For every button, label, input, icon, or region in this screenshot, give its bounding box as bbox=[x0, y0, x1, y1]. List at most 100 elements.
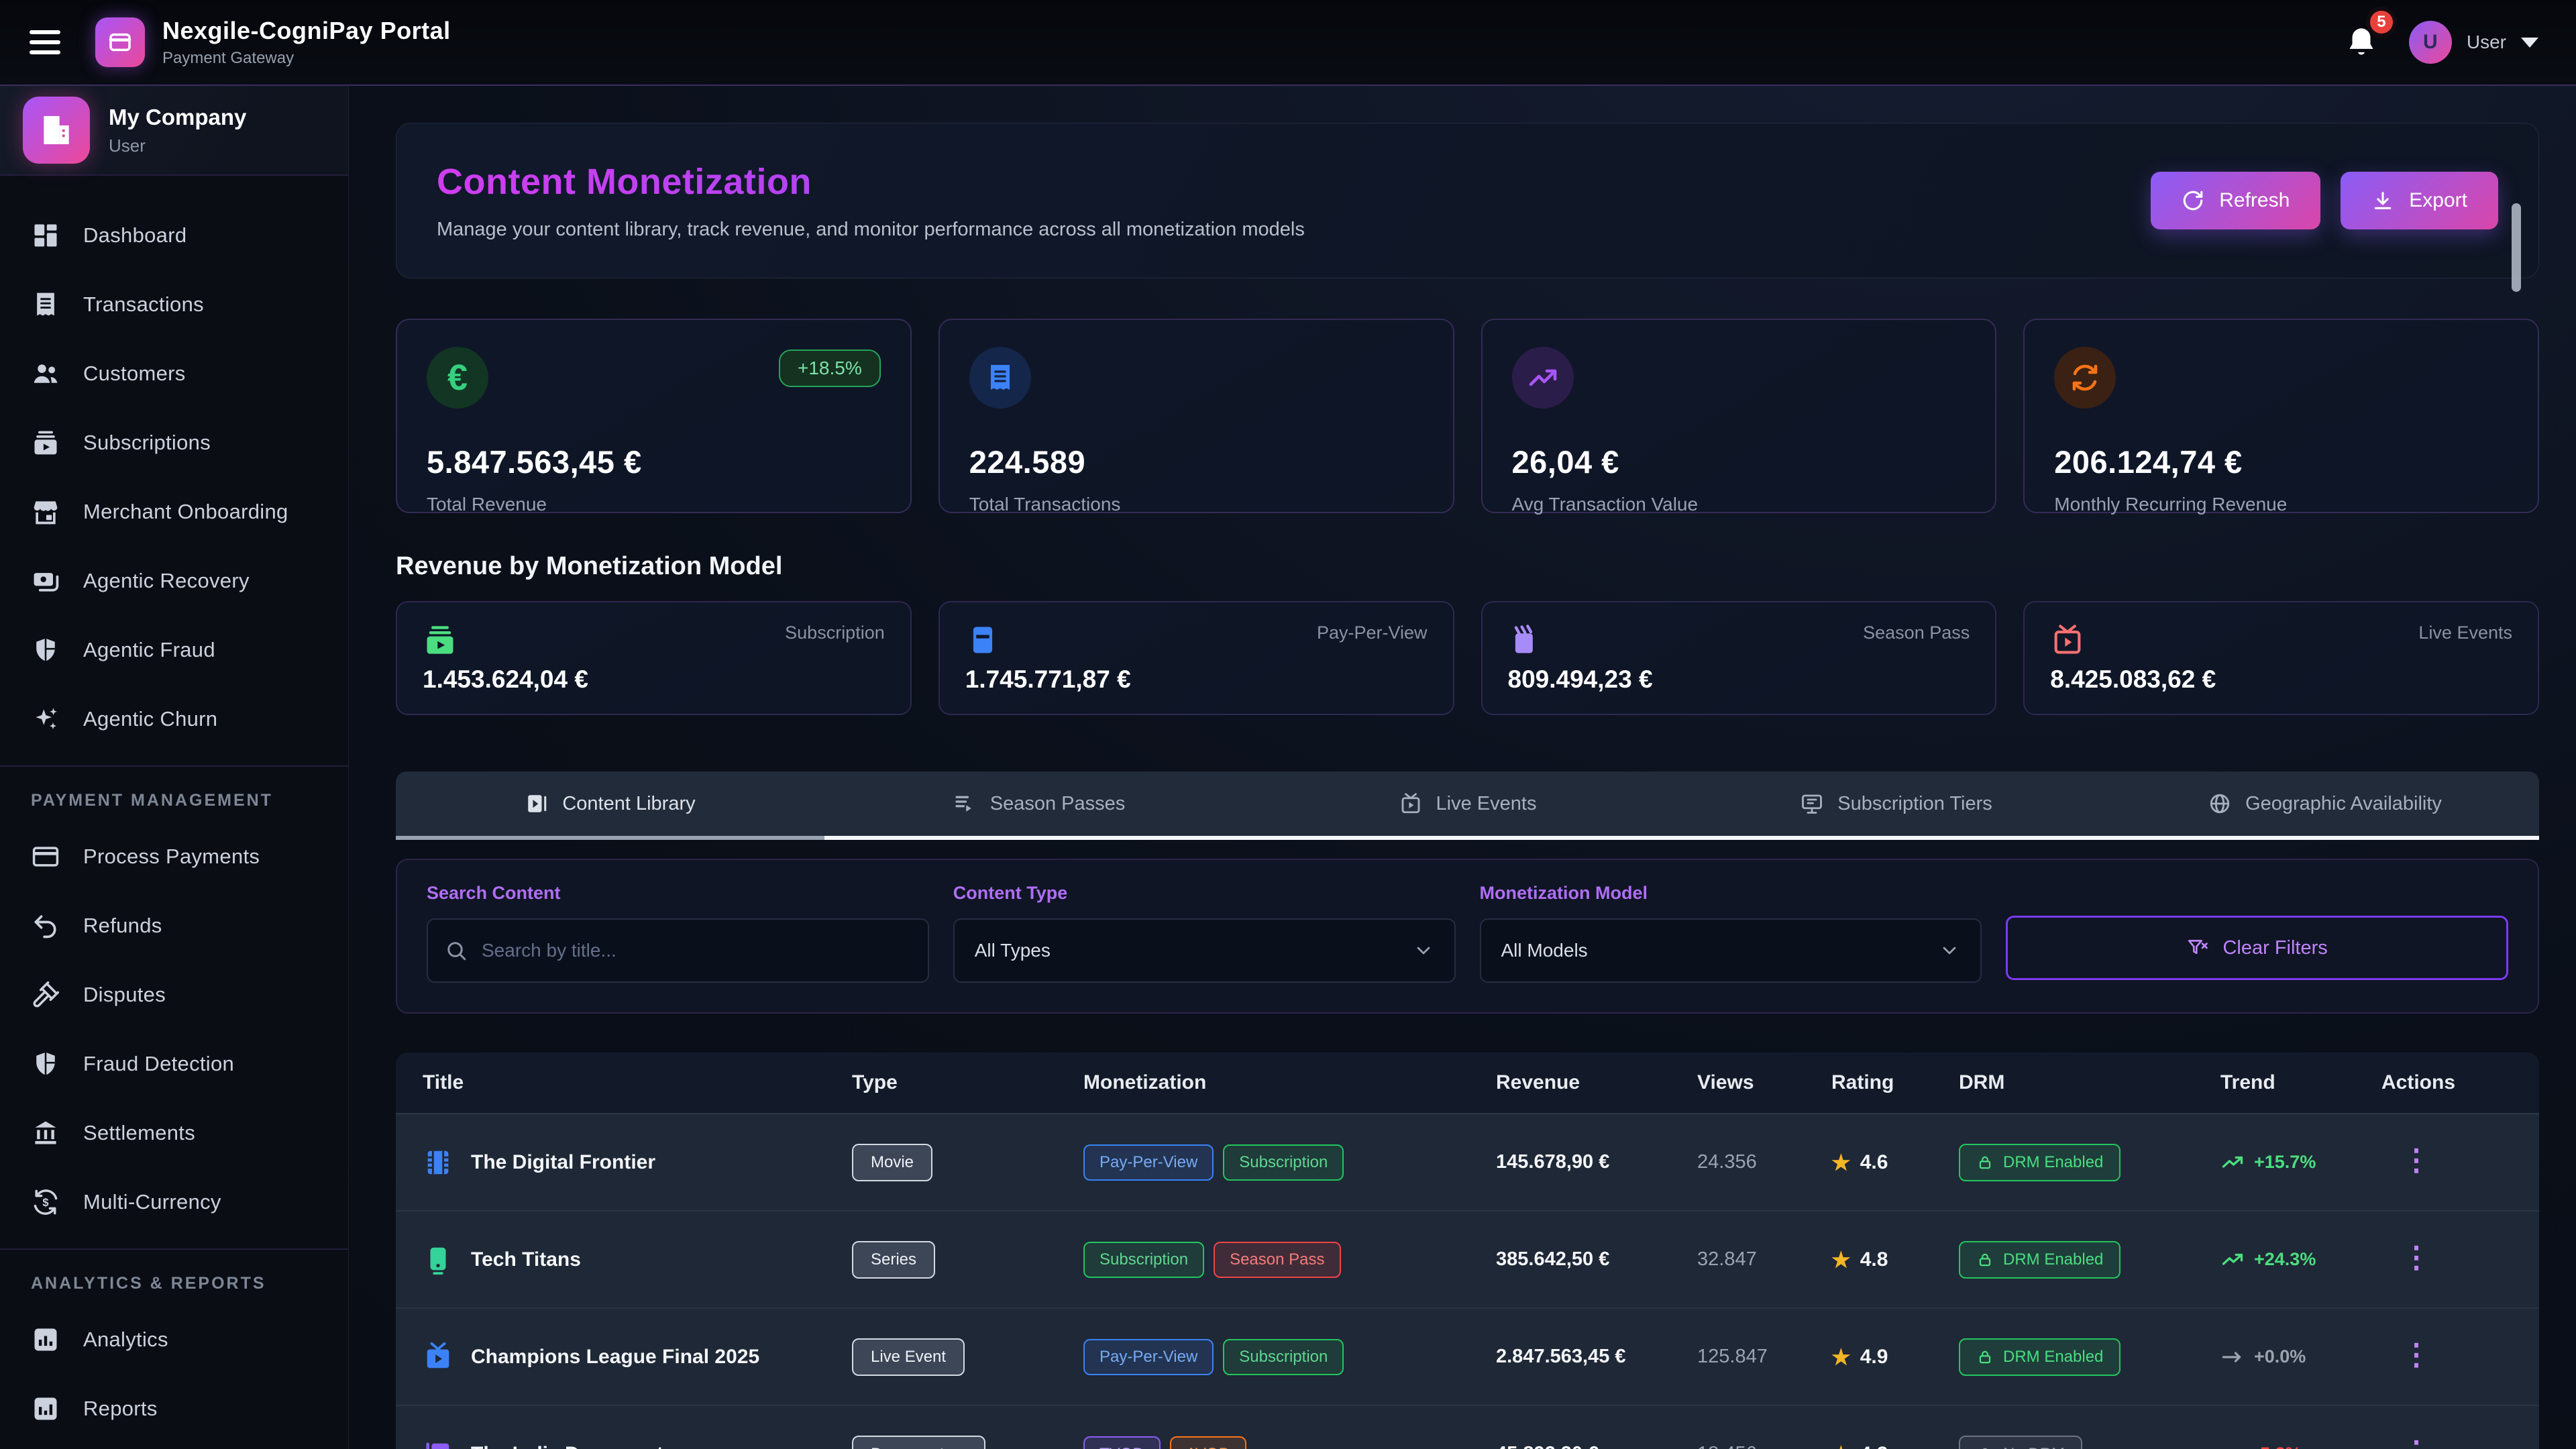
notification-badge: 5 bbox=[2366, 7, 2397, 38]
stat-value: 224.589 bbox=[969, 443, 1424, 480]
user-menu[interactable]: U User bbox=[2409, 21, 2538, 64]
receipt-icon bbox=[969, 347, 1031, 409]
tab-subscription-tiers[interactable]: Subscription Tiers bbox=[1682, 771, 2110, 836]
sidebar-item-agentic-churn[interactable]: Agentic Churn bbox=[0, 690, 348, 748]
monetization-badge: Pay-Per-View bbox=[1083, 1339, 1214, 1375]
content-type-label: Content Type bbox=[953, 883, 1456, 904]
drm-label: DRM Enabled bbox=[2003, 1348, 2103, 1366]
user-label: User bbox=[2467, 32, 2506, 53]
drm-label: DRM Enabled bbox=[2003, 1153, 2103, 1172]
trend-cell: +15.7% bbox=[2220, 1150, 2381, 1175]
sidebar-item-label: Customers bbox=[83, 362, 186, 386]
scrollbar-thumb[interactable] bbox=[2512, 203, 2521, 292]
topbar: Nexgile-CogniPay Portal Payment Gateway … bbox=[0, 0, 2576, 86]
refresh-label: Refresh bbox=[2219, 189, 2290, 212]
page-header-card: Content Monetization Manage your content… bbox=[396, 123, 2539, 278]
clear-filters-label: Clear Filters bbox=[2222, 937, 2327, 959]
app-title-block: Nexgile-CogniPay Portal Payment Gateway bbox=[162, 17, 451, 68]
list-icon bbox=[953, 792, 977, 816]
sidebar-item-agentic-recovery[interactable]: Agentic Recovery bbox=[0, 552, 348, 610]
monetization-badge: Season Pass bbox=[1214, 1242, 1340, 1278]
sidebar-item-process-payments[interactable]: Process Payments bbox=[0, 828, 348, 885]
table-row[interactable]: The Digital Frontier Movie Pay-Per-View … bbox=[396, 1114, 2539, 1212]
lock-icon bbox=[1976, 1348, 1994, 1366]
sidebar-item-label: Analytics bbox=[83, 1328, 168, 1352]
revenue-card-value: 809.494,23 € bbox=[1508, 665, 1970, 694]
sidebar-item-settlements[interactable]: Settlements bbox=[0, 1104, 348, 1162]
card-icon bbox=[965, 623, 1000, 657]
clear-filters-button[interactable]: Clear Filters bbox=[2006, 916, 2508, 980]
sidebar: My Company User Dashboard Transactions bbox=[0, 86, 349, 1449]
tab-content-library[interactable]: Content Library bbox=[396, 771, 824, 836]
monetization-model-select[interactable]: All Models bbox=[1480, 918, 1982, 983]
table-row[interactable]: Champions League Final 2025 Live Event P… bbox=[396, 1309, 2539, 1406]
type-badge: Documentary bbox=[852, 1436, 985, 1449]
sparkles-icon bbox=[31, 704, 60, 734]
menu-icon[interactable] bbox=[30, 26, 67, 58]
sidebar-item-analytics[interactable]: Analytics bbox=[0, 1311, 348, 1368]
sidebar-divider bbox=[0, 1248, 348, 1250]
row-actions-menu[interactable]: ⋮ bbox=[2381, 1241, 2451, 1274]
sidebar-item-disputes[interactable]: Disputes bbox=[0, 966, 348, 1024]
tab-geographic-availability[interactable]: Geographic Availability bbox=[2110, 771, 2539, 836]
row-actions-menu[interactable]: ⋮ bbox=[2381, 1338, 2451, 1371]
refresh-button[interactable]: Refresh bbox=[2151, 172, 2320, 229]
filters-panel: Search Content Content Type All Types Mo… bbox=[396, 859, 2539, 1014]
revenue-card-value: 1.453.624,04 € bbox=[423, 665, 885, 694]
sidebar-item-agentic-fraud[interactable]: Agentic Fraud bbox=[0, 621, 348, 679]
company-switcher[interactable]: My Company User bbox=[0, 86, 348, 176]
sidebar-item-subscriptions[interactable]: Subscriptions bbox=[0, 414, 348, 472]
column-monetization: Monetization bbox=[1083, 1071, 1496, 1094]
euro-icon: € bbox=[427, 347, 488, 409]
sidebar-item-dashboard[interactable]: Dashboard bbox=[0, 207, 348, 264]
search-input[interactable] bbox=[427, 918, 929, 983]
revenue-card-pay-per-view: Pay-Per-View 1.745.771,87 € bbox=[938, 601, 1454, 715]
sidebar-item-customers[interactable]: Customers bbox=[0, 345, 348, 402]
row-actions-menu[interactable]: ⋮ bbox=[2381, 1144, 2451, 1177]
sidebar-item-multi-currency[interactable]: $ Multi-Currency bbox=[0, 1173, 348, 1231]
tab-live-events[interactable]: Live Events bbox=[1253, 771, 1682, 836]
sidebar-item-refunds[interactable]: Refunds bbox=[0, 897, 348, 955]
stat-value: 206.124,74 € bbox=[2054, 443, 2508, 480]
trend-up-icon bbox=[2220, 1150, 2245, 1175]
trend-value: +15.7% bbox=[2254, 1152, 2316, 1173]
credit-card-icon bbox=[31, 842, 60, 871]
export-button[interactable]: Export bbox=[2341, 172, 2498, 229]
revenue-models-title: Revenue by Monetization Model bbox=[396, 552, 2539, 581]
monitor-icon bbox=[1800, 792, 1824, 816]
sidebar-divider bbox=[0, 765, 348, 767]
sidebar-item-fraud-detection[interactable]: Fraud Detection bbox=[0, 1035, 348, 1093]
currency-exchange-icon: $ bbox=[31, 1187, 60, 1217]
content-title: Champions League Final 2025 bbox=[471, 1346, 759, 1368]
sidebar-item-label: Dashboard bbox=[83, 223, 186, 248]
sidebar-item-label: Process Payments bbox=[83, 845, 260, 869]
revenue-card-label: Subscription bbox=[785, 623, 885, 643]
table-row[interactable]: The Indie Documentary Documentary TVOD A… bbox=[396, 1406, 2539, 1449]
users-icon bbox=[31, 359, 60, 388]
content-title: The Indie Documentary bbox=[471, 1443, 694, 1449]
subscriptions-icon bbox=[31, 428, 60, 458]
stat-label: Total Revenue bbox=[427, 494, 881, 515]
content-type-select[interactable]: All Types bbox=[953, 918, 1456, 983]
rating-value: 4.6 bbox=[1860, 1151, 1888, 1174]
filter-x-icon bbox=[2186, 936, 2209, 959]
row-actions-menu[interactable]: ⋮ bbox=[2381, 1436, 2451, 1449]
notifications-button[interactable]: 5 bbox=[2343, 24, 2379, 60]
shield-icon bbox=[31, 1049, 60, 1079]
sidebar-item-label: Agentic Churn bbox=[83, 707, 217, 731]
stat-card-mrr: 206.124,74 € Monthly Recurring Revenue bbox=[2023, 319, 2539, 513]
sidebar-item-merchant-onboarding[interactable]: Merchant Onboarding bbox=[0, 483, 348, 541]
tab-season-passes[interactable]: Season Passes bbox=[824, 771, 1253, 836]
svg-text:$: $ bbox=[42, 1197, 48, 1209]
sidebar-item-transactions[interactable]: Transactions bbox=[0, 276, 348, 333]
table-row[interactable]: Tech Titans Series Subscription Season P… bbox=[396, 1212, 2539, 1309]
content-title: Tech Titans bbox=[471, 1248, 581, 1271]
company-building-icon bbox=[23, 97, 90, 164]
trend-flat-icon bbox=[2220, 1345, 2245, 1369]
sidebar-item-reports[interactable]: Reports bbox=[0, 1380, 348, 1438]
trend-up-icon bbox=[2220, 1248, 2245, 1272]
company-name: My Company bbox=[109, 105, 246, 130]
tab-label: Subscription Tiers bbox=[1837, 793, 1992, 815]
column-type: Type bbox=[852, 1071, 1083, 1094]
sidebar-item-label: Merchant Onboarding bbox=[83, 500, 288, 524]
